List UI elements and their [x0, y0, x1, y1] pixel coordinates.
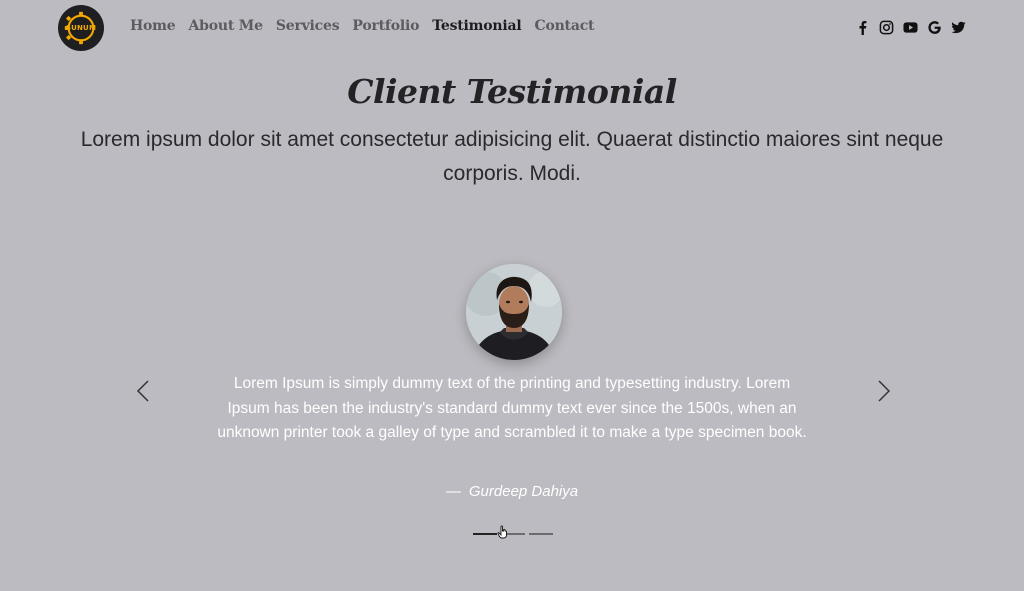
- hand-cursor-icon: [497, 525, 507, 539]
- nav-link-testimonial[interactable]: Testimonial: [432, 18, 521, 34]
- carousel-indicator-3[interactable]: [529, 533, 553, 535]
- chevron-right-icon: [878, 380, 891, 402]
- client-avatar: [466, 264, 562, 360]
- chevron-left-icon: [136, 380, 149, 402]
- nav-link-portfolio[interactable]: Portfolio: [352, 18, 419, 34]
- page-subtitle: Lorem ipsum dolor sit amet consectetur a…: [80, 128, 944, 185]
- main-menu: Home About Me Services Portfolio Testimo…: [130, 18, 607, 34]
- testimonial-quote: Lorem Ipsum is simply dummy text of the …: [217, 375, 807, 441]
- nav-link-home[interactable]: Home: [130, 18, 176, 34]
- carousel-indicator-1[interactable]: [473, 533, 497, 535]
- testimonial-author: — Gurdeep Dahiya: [0, 483, 1024, 500]
- instagram-icon[interactable]: [878, 19, 894, 35]
- author-name: Gurdeep Dahiya: [468, 483, 579, 500]
- carousel-next-button[interactable]: [872, 378, 896, 404]
- carousel-indicators: [473, 533, 553, 535]
- page-title: Client Testimonial: [347, 72, 677, 111]
- navbar: SUNUM Home About Me Services Portfolio T…: [0, 0, 1024, 56]
- facebook-icon[interactable]: [854, 19, 870, 35]
- logo[interactable]: SUNUM: [58, 5, 104, 51]
- author-dash: —: [445, 483, 461, 500]
- social-links: [854, 19, 966, 35]
- google-icon[interactable]: [926, 19, 942, 35]
- nav-link-services[interactable]: Services: [276, 18, 340, 34]
- youtube-icon[interactable]: [902, 19, 918, 35]
- nav-link-about-me[interactable]: About Me: [189, 18, 264, 34]
- client-photo: [466, 264, 562, 360]
- twitter-icon[interactable]: [950, 19, 966, 35]
- nav-link-contact[interactable]: Contact: [535, 18, 595, 34]
- carousel-prev-button[interactable]: [131, 378, 155, 404]
- logo-text: SUNUM: [65, 24, 97, 32]
